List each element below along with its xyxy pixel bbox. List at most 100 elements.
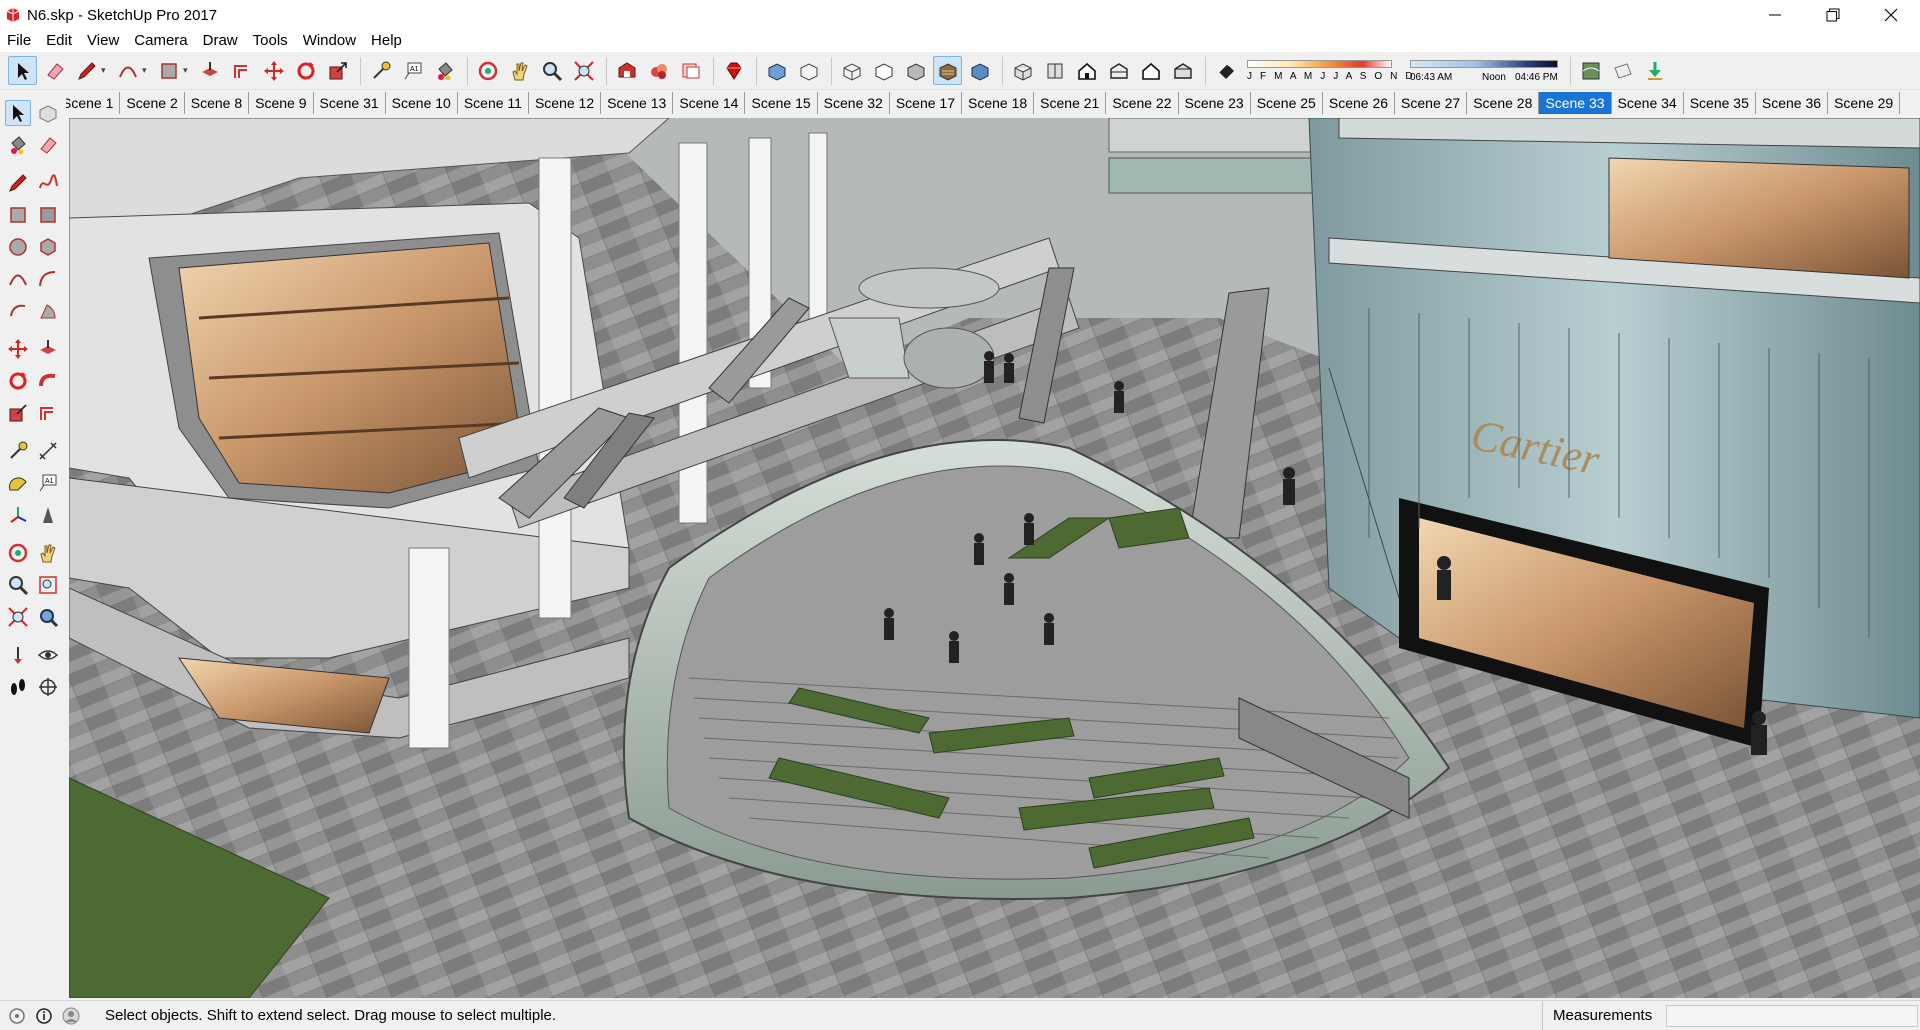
arc-tool-button[interactable] xyxy=(5,266,31,292)
scene-tab-selected[interactable]: Scene 33 xyxy=(1539,92,1612,114)
restore-button[interactable] xyxy=(1804,0,1862,30)
scene-tab[interactable]: Scene 14 xyxy=(673,92,746,114)
push-pull-tool-button[interactable] xyxy=(35,336,61,362)
right-view-button[interactable] xyxy=(1104,56,1133,85)
rectangle-tool-button[interactable] xyxy=(5,202,31,228)
menu-window[interactable]: Window xyxy=(296,30,364,52)
shadow-time-slider[interactable]: 06:43 AM Noon 04:46 PM xyxy=(1410,56,1565,86)
time-slider-track[interactable] xyxy=(1410,59,1558,68)
text-tool-button[interactable]: A1 xyxy=(35,470,61,496)
select-tool-button[interactable] xyxy=(5,100,31,126)
top-view-button[interactable] xyxy=(1040,56,1069,85)
text-tool-button[interactable]: A1 xyxy=(398,56,427,85)
scene-tab[interactable]: Scene 2 xyxy=(120,92,185,114)
ruby-console-button[interactable] xyxy=(719,56,748,85)
walk-tool-button[interactable] xyxy=(5,674,31,700)
push-pull-tool-button[interactable] xyxy=(195,56,224,85)
menu-camera[interactable]: Camera xyxy=(127,30,195,52)
paint-bucket-button[interactable] xyxy=(430,56,459,85)
user-status[interactable] xyxy=(61,1006,81,1026)
scene-tab[interactable]: Scene 17 xyxy=(890,92,962,114)
shadow-date-slider[interactable]: J F M A M J J A S O N D xyxy=(1247,56,1413,86)
scene-tab[interactable]: Scene 9 xyxy=(249,92,314,114)
menu-draw[interactable]: Draw xyxy=(196,30,246,52)
iso-view-button[interactable] xyxy=(1008,56,1037,85)
scene-tab[interactable]: Scene 22 xyxy=(1106,92,1179,114)
warehouse-button[interactable] xyxy=(612,56,641,85)
three-point-arc-button[interactable] xyxy=(5,298,31,324)
offset-tool-button[interactable] xyxy=(227,56,256,85)
look-around-button[interactable] xyxy=(35,642,61,668)
front-view-button[interactable] xyxy=(1072,56,1101,85)
scene-tab[interactable]: Scene 11 xyxy=(458,92,529,114)
menu-view[interactable]: View xyxy=(80,30,127,52)
scene-tab[interactable]: Scene 28 xyxy=(1467,92,1540,114)
eraser-tool-button[interactable] xyxy=(35,132,61,158)
zoom-tool-button[interactable] xyxy=(5,572,31,598)
extension-warehouse-button[interactable] xyxy=(644,56,673,85)
axes-tool-button[interactable] xyxy=(5,502,31,528)
rectangle-tool-button[interactable] xyxy=(154,56,183,85)
layout-button[interactable] xyxy=(676,56,705,85)
credits-status[interactable] xyxy=(34,1006,54,1026)
sandbox-button[interactable] xyxy=(1576,56,1605,85)
scene-tab[interactable]: Scene 32 xyxy=(818,92,890,114)
scene-tab[interactable]: Scene 23 xyxy=(1179,92,1251,114)
scene-tab[interactable]: Scene 25 xyxy=(1251,92,1323,114)
previous-view-button[interactable] xyxy=(35,604,61,630)
tape-measure-button[interactable] xyxy=(5,438,31,464)
line-tool-button[interactable] xyxy=(5,170,31,196)
menu-file[interactable]: File xyxy=(0,30,39,52)
section-plane-button[interactable] xyxy=(1608,56,1637,85)
pan-tool-button[interactable] xyxy=(505,56,534,85)
arc-tool-button[interactable] xyxy=(113,56,142,85)
monochrome-button[interactable] xyxy=(965,56,994,85)
zoom-extents-button[interactable] xyxy=(569,56,598,85)
rotate-tool-button[interactable] xyxy=(291,56,320,85)
eraser-tool-button[interactable] xyxy=(40,56,69,85)
geo-location-status[interactable] xyxy=(7,1006,27,1026)
menu-tools[interactable]: Tools xyxy=(246,30,296,52)
scene-tab[interactable]: Scene 12 xyxy=(529,92,602,114)
scene-tab[interactable]: Scene 29 xyxy=(1828,92,1901,114)
scene-tab[interactable]: Scene 31 xyxy=(314,92,386,114)
scene-tab[interactable]: Scene 15 xyxy=(745,92,818,114)
shadow-toggle-button[interactable] xyxy=(1211,56,1240,85)
polygon-tool-button[interactable] xyxy=(35,234,61,260)
scale-tool-button[interactable] xyxy=(323,56,352,85)
scene-tab[interactable]: Scene 27 xyxy=(1395,92,1468,114)
menu-help[interactable]: Help xyxy=(364,30,410,52)
scale-tool-button[interactable] xyxy=(5,400,31,426)
two-point-arc-button[interactable] xyxy=(35,266,61,292)
freehand-tool-button[interactable] xyxy=(35,170,61,196)
menu-edit[interactable]: Edit xyxy=(39,30,80,52)
make-component-button[interactable] xyxy=(35,100,61,126)
follow-me-button[interactable] xyxy=(35,368,61,394)
rotated-rectangle-button[interactable] xyxy=(35,202,61,228)
xray-style-button[interactable] xyxy=(762,56,791,85)
move-tool-button[interactable] xyxy=(259,56,288,85)
paint-bucket-button[interactable] xyxy=(5,132,31,158)
3d-text-button[interactable] xyxy=(35,502,61,528)
shape-dropdown-icon[interactable]: ▾ xyxy=(183,65,191,76)
zoom-window-button[interactable] xyxy=(35,572,61,598)
arc-dropdown-icon[interactable]: ▾ xyxy=(142,65,150,76)
date-slider-track[interactable] xyxy=(1247,59,1392,68)
pie-tool-button[interactable] xyxy=(35,298,61,324)
orbit-tool-button[interactable] xyxy=(5,540,31,566)
close-button[interactable] xyxy=(1862,0,1920,30)
move-tool-button[interactable] xyxy=(5,336,31,362)
zoom-extents-button[interactable] xyxy=(5,604,31,630)
pencil-tool-button[interactable] xyxy=(72,56,101,85)
back-view-button[interactable] xyxy=(1136,56,1165,85)
shaded-button[interactable] xyxy=(901,56,930,85)
hidden-line-button[interactable] xyxy=(869,56,898,85)
scene-tab[interactable]: Scene 26 xyxy=(1323,92,1396,114)
model-scene[interactable]: Cartier xyxy=(69,118,1920,998)
position-camera-button[interactable] xyxy=(5,642,31,668)
zoom-tool-button[interactable] xyxy=(537,56,566,85)
protractor-button[interactable] xyxy=(5,470,31,496)
scene-tab[interactable]: Scene 36 xyxy=(1756,92,1829,114)
pan-tool-button[interactable] xyxy=(35,540,61,566)
model-viewport[interactable]: Cartier xyxy=(69,118,1920,998)
